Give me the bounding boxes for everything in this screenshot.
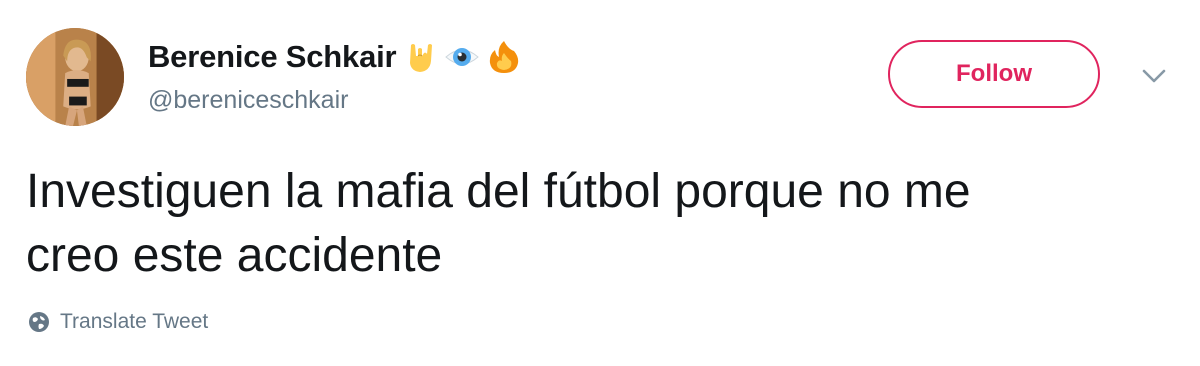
display-name[interactable]: Berenice Schkair bbox=[148, 39, 397, 75]
globe-icon bbox=[28, 311, 50, 333]
eye-emoji bbox=[444, 39, 480, 75]
avatar[interactable] bbox=[26, 28, 124, 126]
translate-tweet-link[interactable]: Translate Tweet bbox=[28, 306, 208, 338]
fire-emoji bbox=[486, 39, 522, 75]
tweet-text: Investiguen la mafia del fútbol porque n… bbox=[26, 165, 971, 282]
chevron-down-icon[interactable] bbox=[1140, 66, 1168, 86]
avatar-photo bbox=[26, 28, 124, 126]
follow-button[interactable]: Follow bbox=[888, 40, 1100, 108]
author-handle[interactable]: @bereniceschkair bbox=[148, 86, 348, 115]
horns-hand-emoji bbox=[402, 39, 438, 75]
author-name-row: Berenice Schkair bbox=[148, 36, 522, 78]
tweet-card: Berenice Schkair @bereniceschkair Follow bbox=[0, 0, 1200, 366]
translate-tweet-label: Translate Tweet bbox=[60, 310, 209, 333]
